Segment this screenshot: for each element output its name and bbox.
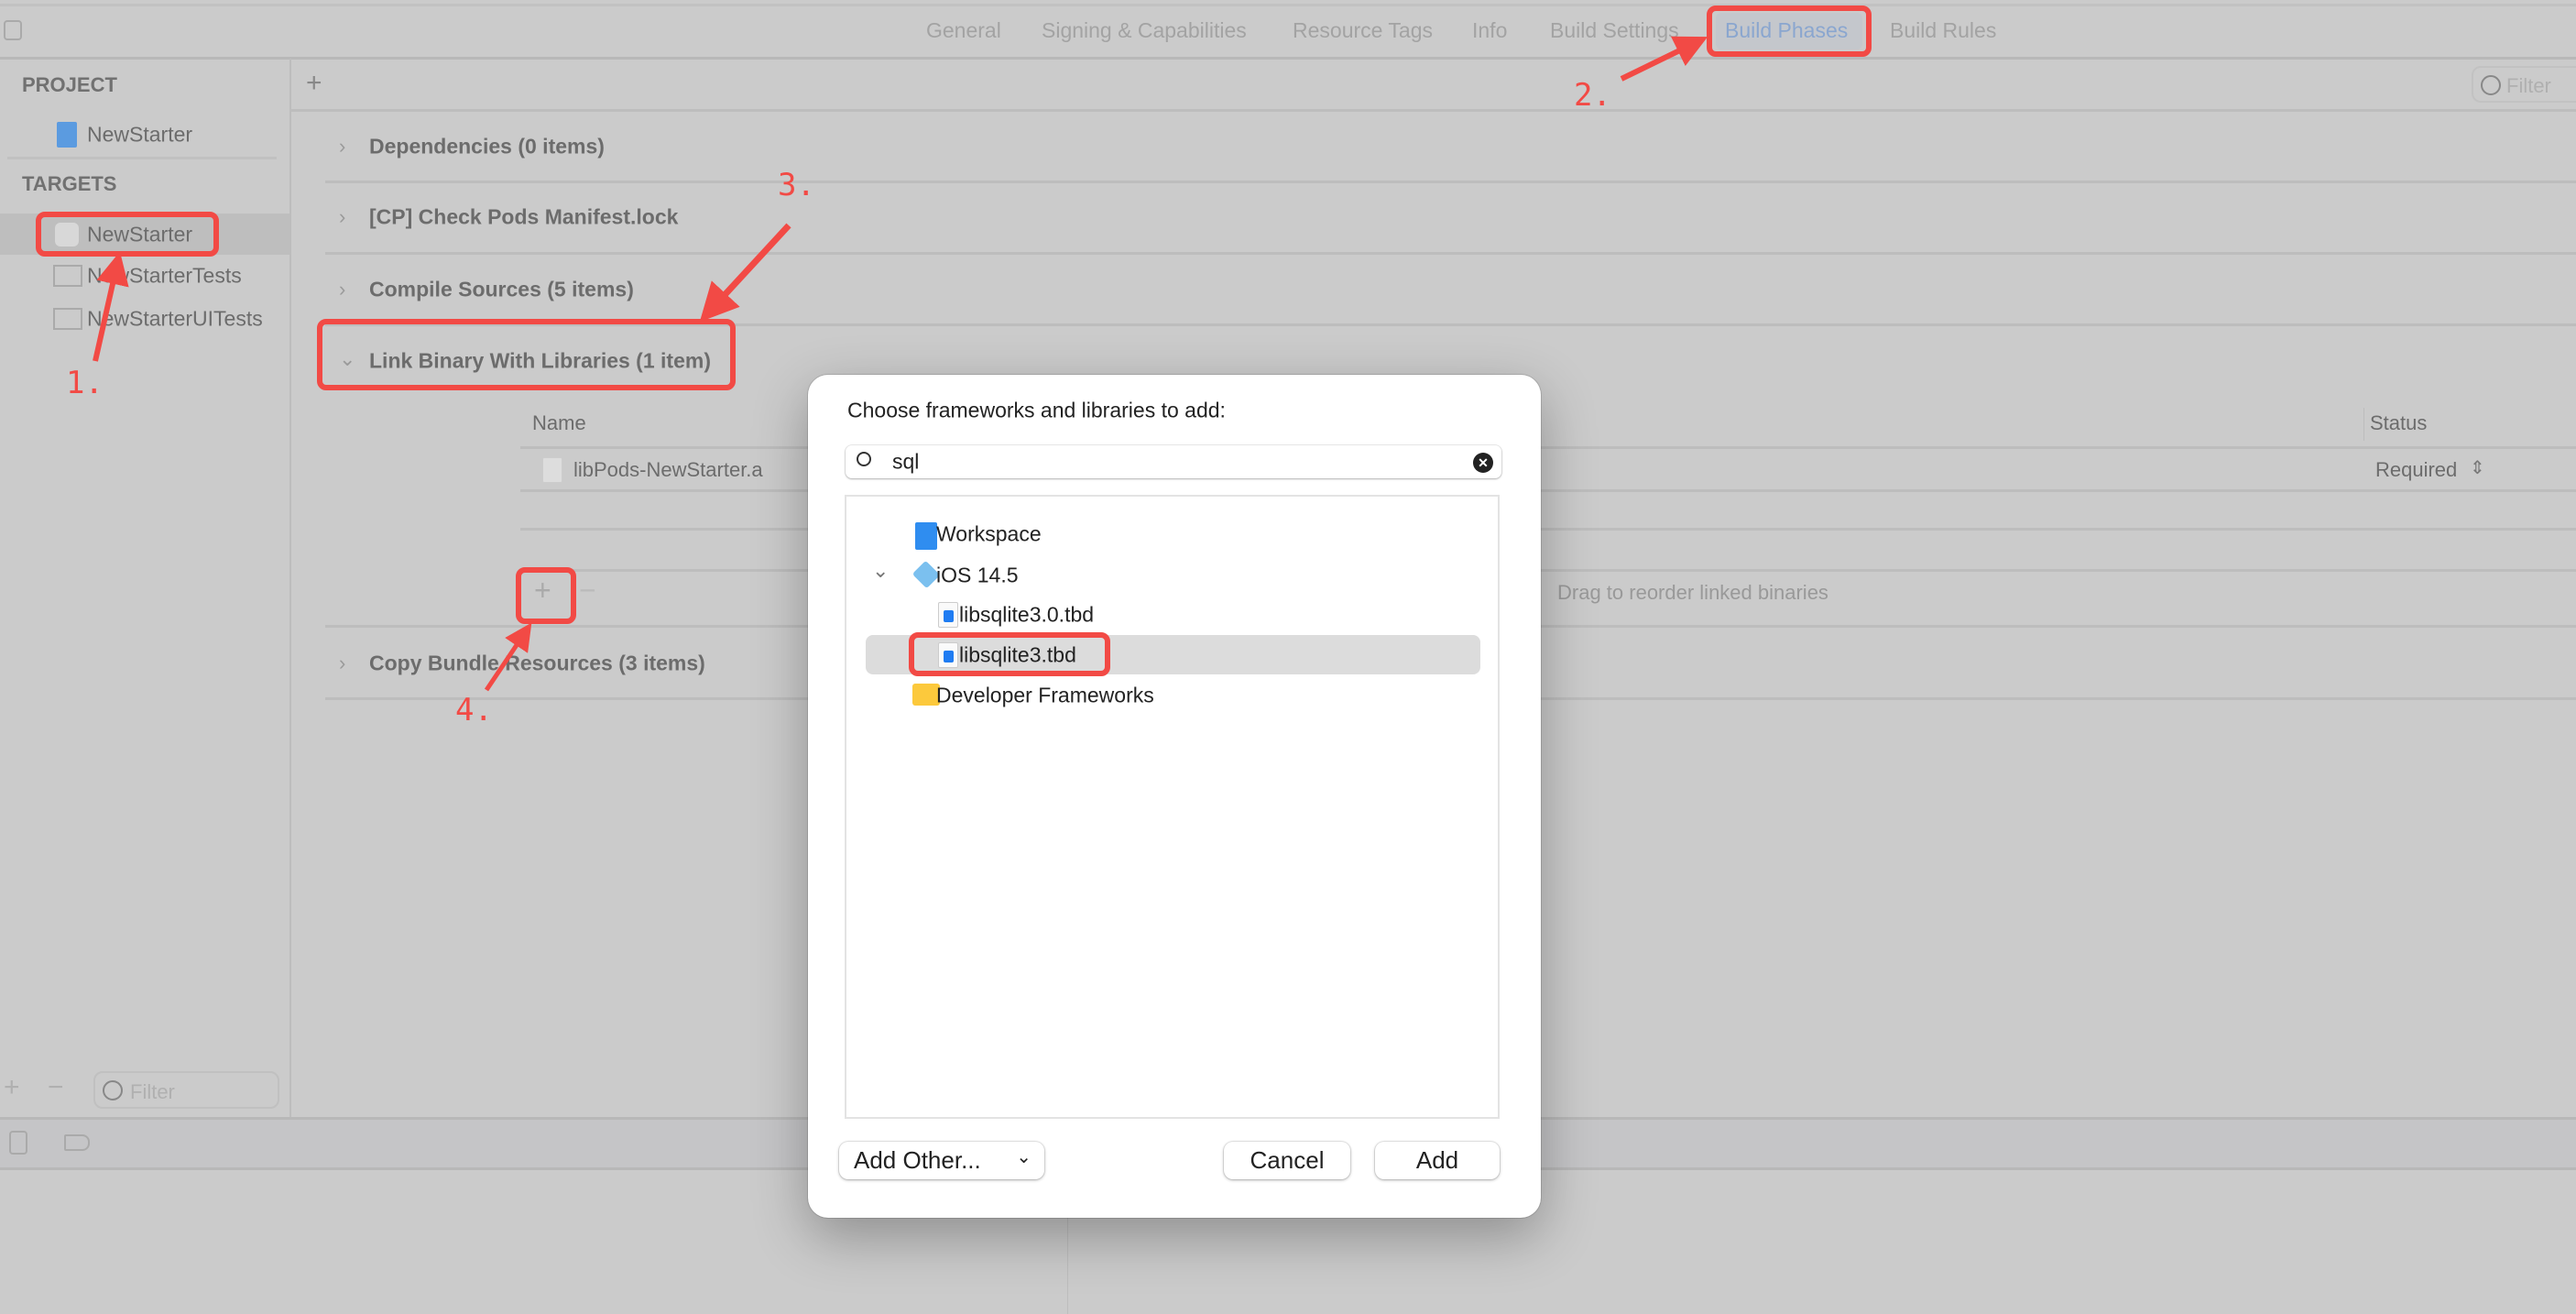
arrow-3: [699, 223, 791, 323]
arrow-2: [1620, 36, 1708, 82]
annotation-arrows: [93, 36, 1708, 692]
arrow-1: [93, 251, 129, 362]
arrow-4: [484, 622, 532, 692]
